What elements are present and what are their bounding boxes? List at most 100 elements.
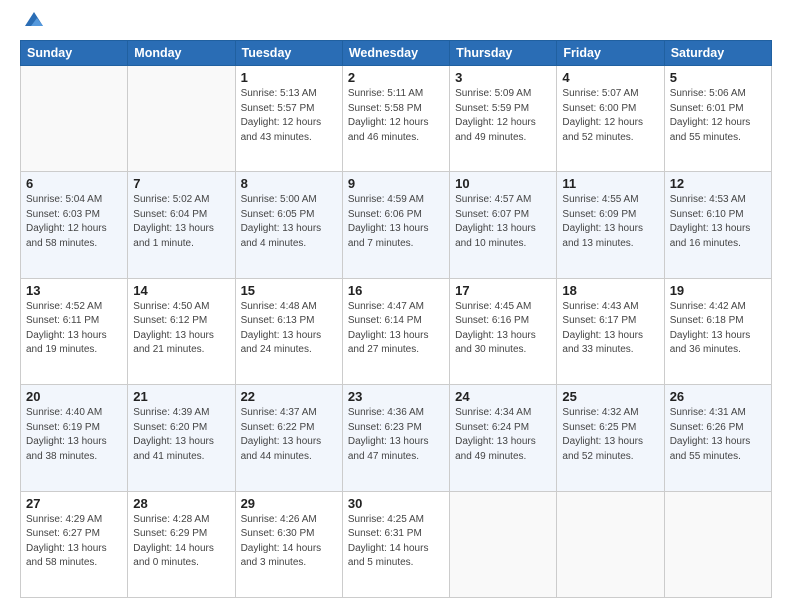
day-number: 30 <box>348 496 444 511</box>
page: SundayMondayTuesdayWednesdayThursdayFrid… <box>0 0 792 612</box>
weekday-header-tuesday: Tuesday <box>235 41 342 66</box>
day-info: Sunrise: 5:07 AM Sunset: 6:00 PM Dayligh… <box>562 87 658 145</box>
day-info: Sunrise: 4:59 AM Sunset: 6:06 PM Dayligh… <box>348 193 444 251</box>
calendar-cell: 25 Sunrise: 4:32 AM Sunset: 6:25 PM Dayli… <box>557 385 664 491</box>
calendar-cell: 19Sunrise: 4:42 AM Sunset: 6:18 PM Dayli… <box>664 278 771 384</box>
weekday-header-friday: Friday <box>557 41 664 66</box>
day-info: Sunrise: 5:04 AM Sunset: 6:03 PM Dayligh… <box>26 193 122 251</box>
day-number: 14 <box>133 283 229 298</box>
calendar-cell: 4 Sunrise: 5:07 AM Sunset: 6:00 PM Daylig… <box>557 66 664 172</box>
day-info: Sunrise: 5:11 AM Sunset: 5:58 PM Dayligh… <box>348 87 444 145</box>
day-info: Sunrise: 4:36 AM Sunset: 6:23 PM Dayligh… <box>348 406 444 464</box>
day-number: 7 <box>133 176 229 191</box>
day-info: Sunrise: 5:09 AM Sunset: 5:59 PM Dayligh… <box>455 87 551 145</box>
day-info: Sunrise: 4:40 AM Sunset: 6:19 PM Dayligh… <box>26 406 122 464</box>
calendar-cell: 28Sunrise: 4:28 AM Sunset: 6:29 PM Dayli… <box>128 491 235 597</box>
day-number: 9 <box>348 176 444 191</box>
day-number: 20 <box>26 389 122 404</box>
calendar-cell: 23 Sunrise: 4:36 AM Sunset: 6:23 PM Dayli… <box>342 385 449 491</box>
calendar-week-row: 20 Sunrise: 4:40 AM Sunset: 6:19 PM Dayli… <box>21 385 772 491</box>
day-number: 3 <box>455 70 551 85</box>
day-number: 28 <box>133 496 229 511</box>
day-number: 24 <box>455 389 551 404</box>
day-info: Sunrise: 4:25 AM Sunset: 6:31 PM Dayligh… <box>348 513 444 571</box>
day-info: Sunrise: 4:47 AM Sunset: 6:14 PM Dayligh… <box>348 300 444 358</box>
day-info: Sunrise: 4:50 AM Sunset: 6:12 PM Dayligh… <box>133 300 229 358</box>
calendar-cell: 12Sunrise: 4:53 AM Sunset: 6:10 PM Dayli… <box>664 172 771 278</box>
calendar-cell <box>664 491 771 597</box>
weekday-header-monday: Monday <box>128 41 235 66</box>
calendar-cell: 15Sunrise: 4:48 AM Sunset: 6:13 PM Dayli… <box>235 278 342 384</box>
calendar-week-row: 6 Sunrise: 5:04 AM Sunset: 6:03 PM Daylig… <box>21 172 772 278</box>
day-number: 21 <box>133 389 229 404</box>
day-info: Sunrise: 4:43 AM Sunset: 6:17 PM Dayligh… <box>562 300 658 358</box>
calendar-cell: 5Sunrise: 5:06 AM Sunset: 6:01 PM Daylig… <box>664 66 771 172</box>
calendar-cell: 7 Sunrise: 5:02 AM Sunset: 6:04 PM Daylig… <box>128 172 235 278</box>
calendar-cell: 26 Sunrise: 4:31 AM Sunset: 6:26 PM Dayli… <box>664 385 771 491</box>
day-number: 2 <box>348 70 444 85</box>
day-info: Sunrise: 4:53 AM Sunset: 6:10 PM Dayligh… <box>670 193 766 251</box>
day-info: Sunrise: 5:00 AM Sunset: 6:05 PM Dayligh… <box>241 193 337 251</box>
day-info: Sunrise: 4:55 AM Sunset: 6:09 PM Dayligh… <box>562 193 658 251</box>
calendar-cell: 3 Sunrise: 5:09 AM Sunset: 5:59 PM Daylig… <box>450 66 557 172</box>
day-info: Sunrise: 4:31 AM Sunset: 6:26 PM Dayligh… <box>670 406 766 464</box>
day-info: Sunrise: 4:39 AM Sunset: 6:20 PM Dayligh… <box>133 406 229 464</box>
calendar-cell: 11 Sunrise: 4:55 AM Sunset: 6:09 PM Dayli… <box>557 172 664 278</box>
calendar-cell: 27 Sunrise: 4:29 AM Sunset: 6:27 PM Dayli… <box>21 491 128 597</box>
calendar-cell: 22Sunrise: 4:37 AM Sunset: 6:22 PM Dayli… <box>235 385 342 491</box>
calendar-cell: 29 Sunrise: 4:26 AM Sunset: 6:30 PM Dayli… <box>235 491 342 597</box>
day-number: 6 <box>26 176 122 191</box>
day-number: 18 <box>562 283 658 298</box>
calendar-cell: 20 Sunrise: 4:40 AM Sunset: 6:19 PM Dayli… <box>21 385 128 491</box>
weekday-header-row: SundayMondayTuesdayWednesdayThursdayFrid… <box>21 41 772 66</box>
day-info: Sunrise: 4:52 AM Sunset: 6:11 PM Dayligh… <box>26 300 122 358</box>
day-number: 25 <box>562 389 658 404</box>
day-number: 4 <box>562 70 658 85</box>
day-info: Sunrise: 5:13 AM Sunset: 5:57 PM Dayligh… <box>241 87 337 145</box>
calendar-cell: 13 Sunrise: 4:52 AM Sunset: 6:11 PM Dayli… <box>21 278 128 384</box>
day-number: 5 <box>670 70 766 85</box>
day-info: Sunrise: 4:26 AM Sunset: 6:30 PM Dayligh… <box>241 513 337 571</box>
calendar-cell: 21 Sunrise: 4:39 AM Sunset: 6:20 PM Dayli… <box>128 385 235 491</box>
logo-icon <box>23 8 45 30</box>
header <box>20 18 772 30</box>
day-number: 13 <box>26 283 122 298</box>
day-number: 1 <box>241 70 337 85</box>
weekday-header-thursday: Thursday <box>450 41 557 66</box>
calendar-cell: 2 Sunrise: 5:11 AM Sunset: 5:58 PM Daylig… <box>342 66 449 172</box>
day-info: Sunrise: 4:37 AM Sunset: 6:22 PM Dayligh… <box>241 406 337 464</box>
calendar-table: SundayMondayTuesdayWednesdayThursdayFrid… <box>20 40 772 598</box>
day-info: Sunrise: 5:02 AM Sunset: 6:04 PM Dayligh… <box>133 193 229 251</box>
weekday-header-wednesday: Wednesday <box>342 41 449 66</box>
calendar-cell <box>128 66 235 172</box>
calendar-cell: 6 Sunrise: 5:04 AM Sunset: 6:03 PM Daylig… <box>21 172 128 278</box>
calendar-cell <box>450 491 557 597</box>
calendar-cell: 16 Sunrise: 4:47 AM Sunset: 6:14 PM Dayli… <box>342 278 449 384</box>
calendar-cell: 10Sunrise: 4:57 AM Sunset: 6:07 PM Dayli… <box>450 172 557 278</box>
calendar-week-row: 27 Sunrise: 4:29 AM Sunset: 6:27 PM Dayli… <box>21 491 772 597</box>
day-info: Sunrise: 4:42 AM Sunset: 6:18 PM Dayligh… <box>670 300 766 358</box>
calendar-cell: 8Sunrise: 5:00 AM Sunset: 6:05 PM Daylig… <box>235 172 342 278</box>
calendar-cell: 1 Sunrise: 5:13 AM Sunset: 5:57 PM Daylig… <box>235 66 342 172</box>
day-number: 27 <box>26 496 122 511</box>
calendar-week-row: 1 Sunrise: 5:13 AM Sunset: 5:57 PM Daylig… <box>21 66 772 172</box>
day-info: Sunrise: 4:32 AM Sunset: 6:25 PM Dayligh… <box>562 406 658 464</box>
weekday-header-saturday: Saturday <box>664 41 771 66</box>
day-number: 16 <box>348 283 444 298</box>
day-info: Sunrise: 4:48 AM Sunset: 6:13 PM Dayligh… <box>241 300 337 358</box>
calendar-cell: 14 Sunrise: 4:50 AM Sunset: 6:12 PM Dayli… <box>128 278 235 384</box>
weekday-header-sunday: Sunday <box>21 41 128 66</box>
calendar-cell: 18 Sunrise: 4:43 AM Sunset: 6:17 PM Dayli… <box>557 278 664 384</box>
day-info: Sunrise: 4:29 AM Sunset: 6:27 PM Dayligh… <box>26 513 122 571</box>
day-number: 23 <box>348 389 444 404</box>
day-number: 29 <box>241 496 337 511</box>
day-info: Sunrise: 4:34 AM Sunset: 6:24 PM Dayligh… <box>455 406 551 464</box>
calendar-cell: 17 Sunrise: 4:45 AM Sunset: 6:16 PM Dayli… <box>450 278 557 384</box>
logo <box>20 18 45 30</box>
day-number: 11 <box>562 176 658 191</box>
calendar-cell: 9 Sunrise: 4:59 AM Sunset: 6:06 PM Daylig… <box>342 172 449 278</box>
day-number: 17 <box>455 283 551 298</box>
calendar-cell <box>21 66 128 172</box>
day-number: 26 <box>670 389 766 404</box>
day-info: Sunrise: 4:45 AM Sunset: 6:16 PM Dayligh… <box>455 300 551 358</box>
